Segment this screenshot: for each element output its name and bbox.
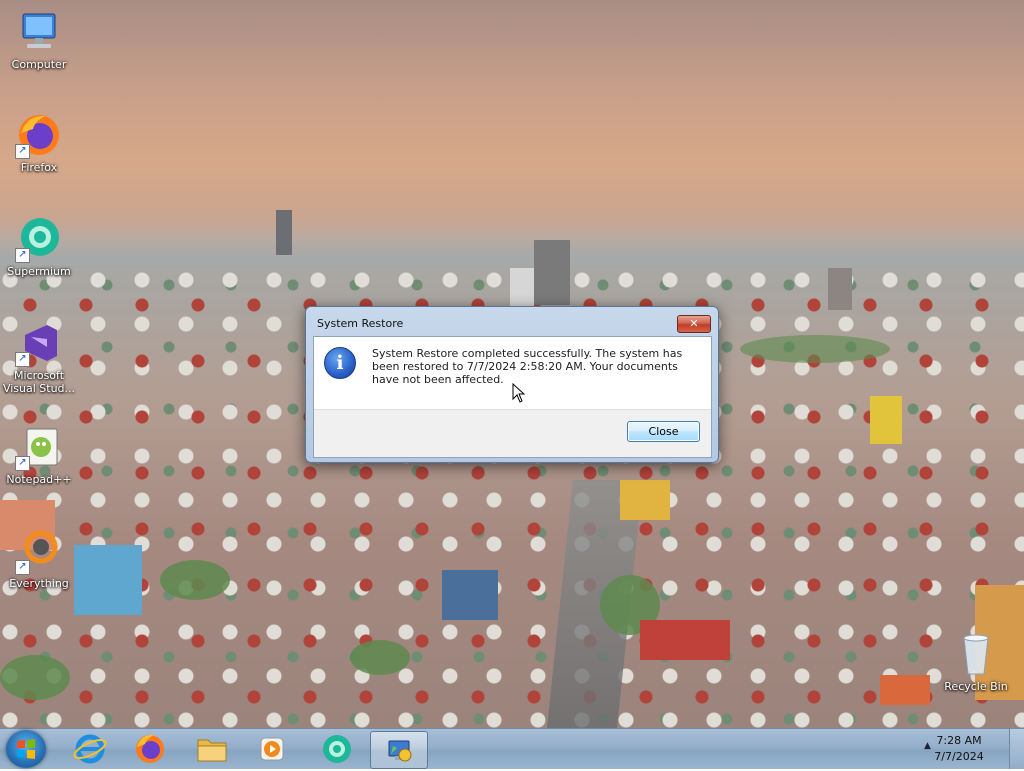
desktop-icon-label: Everything: [9, 577, 69, 590]
supermium-icon: [323, 735, 351, 763]
windows-logo-icon: [17, 739, 35, 759]
desktop-icon-everything[interactable]: ↗ Everything: [1, 527, 77, 590]
shortcut-arrow-icon: ↗: [15, 456, 30, 471]
clock-time: 7:28 AM: [936, 734, 982, 747]
shortcut-arrow-icon: ↗: [15, 144, 30, 159]
close-button[interactable]: Close: [627, 421, 700, 442]
dialog-message: System Restore completed successfully. T…: [372, 347, 683, 386]
desktop-icon-firefox[interactable]: ↗ Firefox: [1, 111, 77, 174]
taskbar-firefox[interactable]: [122, 731, 178, 767]
firefox-icon: ↗: [15, 111, 63, 159]
taskbar-clock[interactable]: 7:28 AM 7/7/2024: [924, 733, 994, 765]
desktop-icon-computer[interactable]: Computer: [1, 8, 77, 71]
desktop-icon-label: Computer: [11, 58, 67, 71]
desktop-icon-label: Recycle Bin: [944, 680, 1008, 693]
close-window-button[interactable]: ✕: [677, 315, 711, 333]
desktop-icon-label: Notepad++: [6, 473, 72, 486]
taskbar-media-player[interactable]: [244, 731, 300, 767]
close-icon: ✕: [689, 317, 699, 330]
desktop-icon-label: Supermium: [7, 265, 71, 278]
everything-icon: ↗: [15, 527, 63, 575]
shortcut-arrow-icon: ↗: [15, 248, 30, 263]
start-button[interactable]: [6, 730, 46, 768]
folder-icon: [197, 739, 227, 762]
taskbar-internet-explorer[interactable]: [62, 731, 118, 767]
internet-explorer-icon: [73, 734, 107, 764]
dialog-title: System Restore: [317, 317, 404, 330]
desktop-icon-recycle-bin[interactable]: Recycle Bin: [938, 630, 1014, 693]
taskbar-supermium[interactable]: [308, 731, 364, 767]
desktop-icon-supermium[interactable]: ↗ Supermium: [1, 215, 77, 278]
recycle-bin-icon: [952, 630, 1000, 678]
taskbar-file-explorer[interactable]: [184, 731, 240, 767]
shortcut-arrow-icon: ↗: [15, 560, 30, 575]
dialog-titlebar[interactable]: System Restore ✕: [306, 307, 718, 335]
show-desktop-button[interactable]: [1009, 729, 1024, 769]
shortcut-arrow-icon: ↗: [15, 352, 30, 367]
desktop-icon-notepad-plus-plus[interactable]: ↗ Notepad++: [1, 423, 77, 486]
system-restore-icon: [388, 740, 412, 762]
media-player-icon: [260, 737, 284, 761]
visual-studio-icon: ↗: [15, 319, 63, 367]
desktop-icon-visual-studio[interactable]: ↗ Microsoft Visual Stud...: [1, 319, 77, 395]
notepad-plus-plus-icon: ↗: [15, 423, 63, 471]
firefox-icon: [136, 734, 164, 763]
clock-date: 7/7/2024: [934, 750, 984, 763]
supermium-icon: ↗: [15, 215, 63, 263]
taskbar-system-restore[interactable]: [370, 731, 428, 769]
mouse-cursor-icon: [512, 382, 526, 406]
taskbar: ▲ 7:28 AM 7/7/2024: [0, 728, 1024, 769]
desktop-icon-label: Firefox: [20, 161, 58, 174]
computer-icon: [15, 8, 63, 56]
desktop-icon-label: Microsoft Visual Stud...: [2, 369, 76, 395]
information-icon: i: [324, 347, 356, 379]
